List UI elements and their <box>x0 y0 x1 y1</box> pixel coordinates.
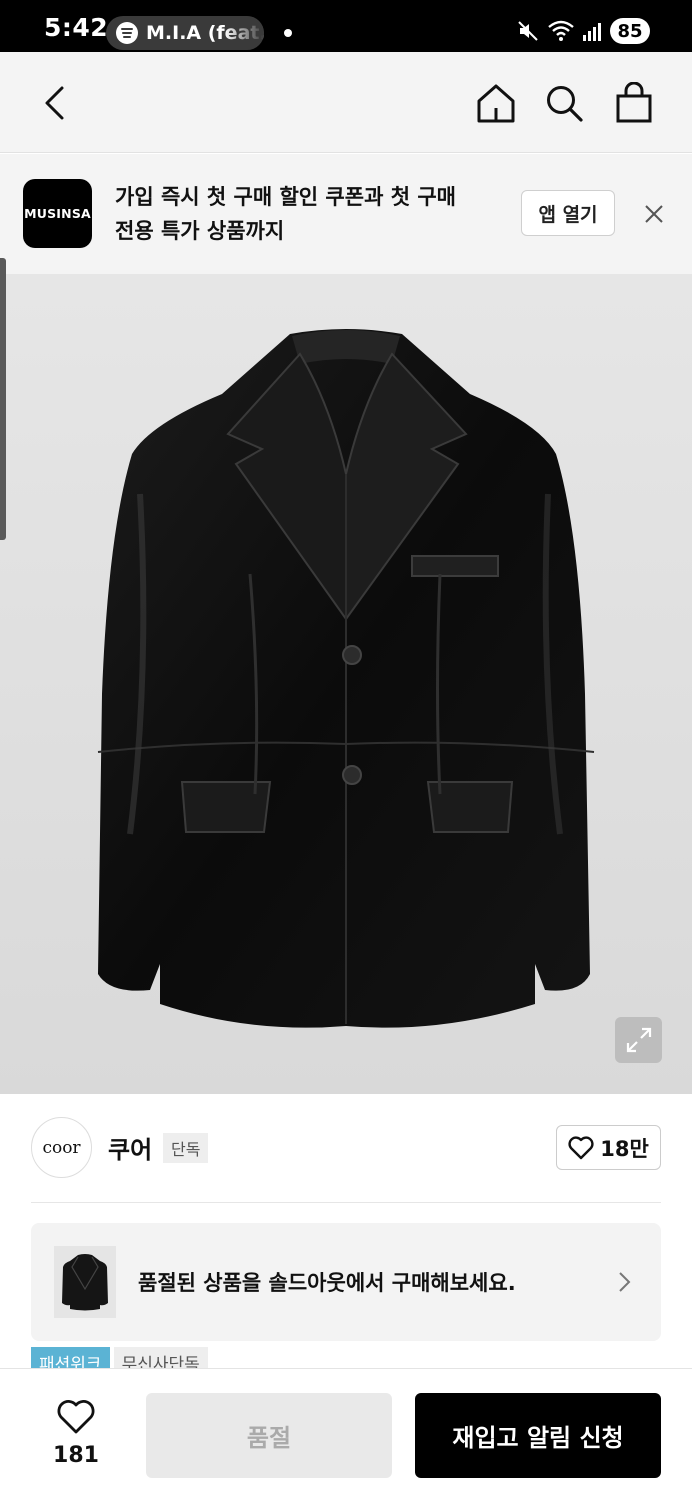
wifi-icon <box>548 20 574 41</box>
notification-dot <box>284 29 292 37</box>
open-app-button[interactable]: 앱 열기 <box>521 190 615 236</box>
notice-thumbnail <box>54 1246 116 1318</box>
search-icon <box>547 86 583 122</box>
divider <box>31 1202 661 1203</box>
soldout-button[interactable]: 품절 <box>146 1393 392 1478</box>
home-button[interactable] <box>473 80 519 126</box>
zoom-button[interactable] <box>615 1017 662 1063</box>
signal-icon <box>583 23 601 41</box>
banner-line-1: 가입 즉시 첫 구매 할인 쿠폰과 첫 구매 <box>115 185 456 209</box>
heart-icon <box>57 1400 95 1434</box>
banner-message: 가입 즉시 첫 구매 할인 쿠폰과 첫 구매 전용 특가 상품까지 <box>115 180 500 248</box>
leather-jacket-image <box>97 329 595 1028</box>
chevron-right-icon <box>619 1272 631 1292</box>
exclusive-tag: 단독 <box>163 1133 209 1163</box>
search-button[interactable] <box>541 80 587 126</box>
musinsa-logo: MUSINSA <box>23 179 92 248</box>
brand-name[interactable]: 쿠어 <box>108 1130 152 1165</box>
close-banner-button[interactable] <box>640 200 668 228</box>
expand-icon <box>626 1027 651 1053</box>
back-icon <box>45 86 64 120</box>
cart-button[interactable] <box>611 80 657 126</box>
banner-line-2: 전용 특가 상품까지 <box>115 219 285 243</box>
media-pill[interactable]: M.I.A (feat. <box>106 16 264 50</box>
product-image[interactable] <box>0 274 692 1094</box>
brand-logo[interactable]: coor <box>31 1117 92 1178</box>
soldout-notice[interactable]: 품절된 상품을 솔드아웃에서 구매해보세요. <box>31 1223 661 1341</box>
home-icon <box>477 84 515 123</box>
close-icon <box>645 205 663 223</box>
favorite-button[interactable]: 181 <box>46 1399 106 1469</box>
top-nav <box>0 52 692 153</box>
restock-alert-button[interactable]: 재입고 알림 신청 <box>415 1393 661 1478</box>
bottom-action-bar: 181 품절 재입고 알림 신청 <box>0 1368 692 1500</box>
favorite-count: 181 <box>53 1443 99 1468</box>
jacket-thumbnail-icon <box>62 1254 108 1311</box>
battery-indicator: 85 <box>610 18 650 44</box>
back-button[interactable] <box>32 80 78 126</box>
shopping-bag-icon <box>616 82 652 123</box>
notice-text: 품절된 상품을 솔드아웃에서 구매해보세요. <box>138 1271 516 1295</box>
scroll-indicator[interactable] <box>0 258 6 540</box>
product-page: 5:42 M.I.A (feat. 85 MUSINSA 가입 즉시 첫 구매 … <box>0 0 692 1500</box>
spotify-icon <box>116 22 138 44</box>
status-time: 5:42 <box>44 13 109 42</box>
brand-like-button[interactable]: 18만 <box>556 1125 661 1170</box>
mute-icon <box>518 21 538 41</box>
brand-like-count: 18만 <box>600 1136 649 1161</box>
app-install-banner: MUSINSA 가입 즉시 첫 구매 할인 쿠폰과 첫 구매 전용 특가 상품까… <box>0 154 692 274</box>
heart-icon <box>568 1135 594 1159</box>
status-bar: 5:42 M.I.A (feat. 85 <box>0 0 692 52</box>
